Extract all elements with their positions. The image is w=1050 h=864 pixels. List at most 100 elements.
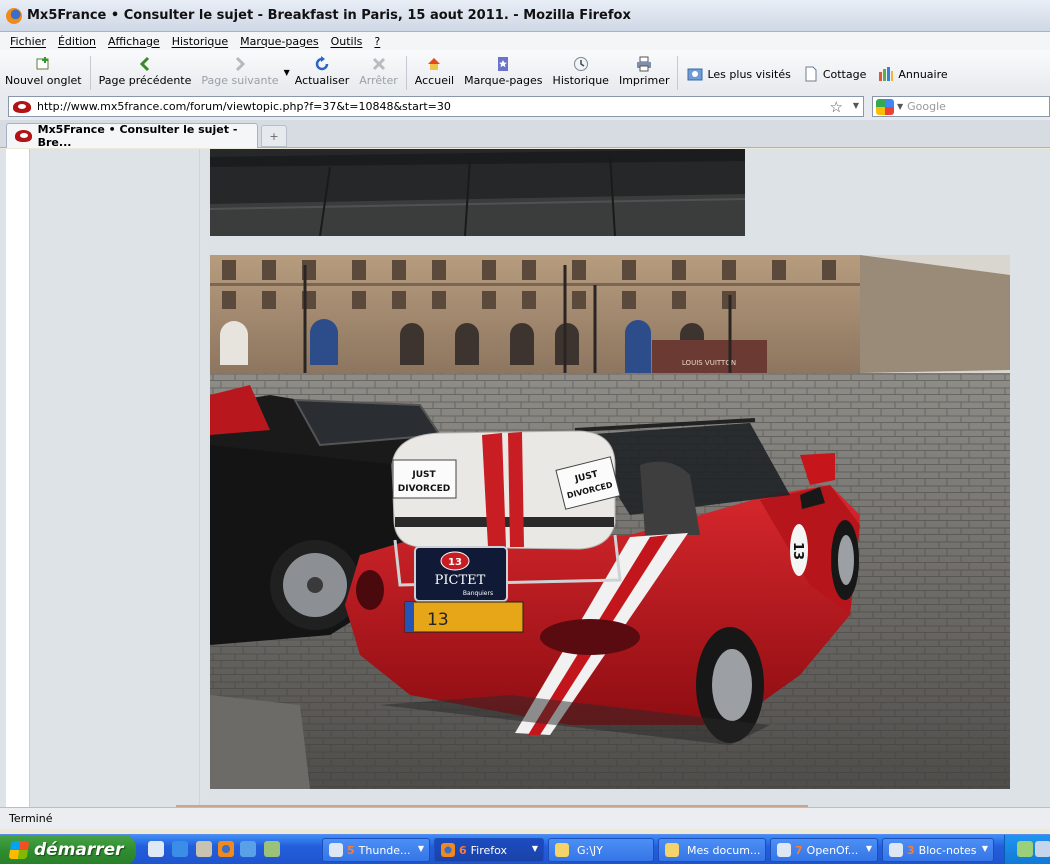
- back-button[interactable]: Page précédente: [94, 56, 197, 87]
- quicklaunch-ie-icon[interactable]: [172, 841, 188, 857]
- address-bar[interactable]: http://www.mx5france.com/forum/viewtopic…: [8, 96, 864, 117]
- rally-plate-subtext: Banquiers: [463, 590, 493, 597]
- history-button[interactable]: Historique: [548, 56, 614, 87]
- rally-plate-number: 13: [448, 557, 462, 568]
- bookmark-most-visited[interactable]: Les plus visités: [687, 66, 791, 82]
- title-bar: Mx5France • Consulter le sujet - Breakfa…: [0, 0, 1050, 32]
- menu-historique[interactable]: Historique: [172, 35, 228, 48]
- status-text: Terminé: [9, 812, 53, 825]
- quicklaunch-app-icon[interactable]: [196, 841, 212, 857]
- toolbar-separator: [677, 56, 679, 90]
- plus-icon: +: [269, 129, 279, 143]
- task-group-arrow-icon: ▼: [531, 844, 538, 853]
- stop-icon: [371, 56, 387, 72]
- home-label: Accueil: [414, 74, 455, 87]
- new-tab-label: Nouvel onglet: [5, 74, 82, 87]
- forward-label: Page suivante: [201, 74, 279, 87]
- menu-edition[interactable]: Édition: [58, 35, 96, 48]
- home-button[interactable]: Accueil: [410, 56, 459, 87]
- page-content[interactable]: LOUIS VUITTON JUST DIVORCED JUST DIVORCE…: [0, 149, 1050, 807]
- folder-icon: [555, 843, 569, 857]
- window-title: Mx5France • Consulter le sujet - Breakfa…: [27, 8, 631, 23]
- search-placeholder[interactable]: Google: [907, 100, 946, 113]
- notepad-icon: [889, 843, 903, 857]
- tab-label: Mx5France • Consulter le sujet - Bre...: [37, 123, 238, 149]
- tray-network-icon[interactable]: [1017, 841, 1033, 857]
- task-label: Thunde...: [358, 843, 411, 857]
- clock-icon: [573, 56, 589, 72]
- page-left-margin: [6, 149, 30, 807]
- quicklaunch-firefox-icon[interactable]: [218, 841, 234, 857]
- store-sign-text: LOUIS VUITTON: [682, 359, 736, 367]
- post-author-column: [30, 149, 200, 807]
- task-count: 5: [347, 843, 355, 857]
- start-button[interactable]: démarrer: [0, 835, 136, 864]
- folder-search-icon: [687, 66, 703, 82]
- stop-label: Arrêter: [359, 74, 398, 87]
- system-tray: [1004, 835, 1050, 864]
- url-dropdown-icon[interactable]: ▼: [853, 101, 859, 110]
- race-number-text: 13: [790, 542, 805, 560]
- stop-button[interactable]: Arrêter: [354, 56, 403, 87]
- page-icon: [803, 66, 819, 82]
- sign-left-line2: DIVORCED: [398, 484, 450, 494]
- task-count: 6: [459, 843, 467, 857]
- forward-button[interactable]: Page suivante: [196, 56, 283, 87]
- task-count: 3: [907, 843, 915, 857]
- print-label: Imprimer: [618, 74, 670, 87]
- search-box[interactable]: ▼ Google: [872, 96, 1050, 117]
- new-tab-button[interactable]: Nouvel onglet: [0, 56, 87, 87]
- bookmark-cottage[interactable]: Cottage: [803, 66, 867, 82]
- task-thunderbird[interactable]: 5 Thunde... ▼: [322, 838, 430, 862]
- task-group-arrow-icon: ▼: [981, 844, 988, 853]
- bookmarks-icon: [495, 56, 511, 72]
- post-body: LOUIS VUITTON JUST DIVORCED JUST DIVORCE…: [201, 149, 1050, 807]
- printer-icon: [636, 56, 652, 72]
- address-url[interactable]: http://www.mx5france.com/forum/viewtopic…: [37, 100, 451, 113]
- bookmark-star-icon[interactable]: ☆: [830, 98, 843, 116]
- bookmark-most-visited-label: Les plus visités: [707, 67, 791, 81]
- thunderbird-icon: [329, 843, 343, 857]
- reload-button[interactable]: Actualiser: [290, 56, 355, 87]
- quicklaunch-desktop-icon[interactable]: [148, 841, 164, 857]
- bookmark-cottage-label: Cottage: [822, 67, 867, 81]
- menu-outils[interactable]: Outils: [331, 35, 363, 48]
- task-label: Firefox: [470, 843, 508, 857]
- toolbar-separator: [405, 56, 407, 90]
- back-arrow-icon: [137, 56, 153, 72]
- site-favicon-icon: [13, 100, 31, 113]
- windows-taskbar: démarrer 5 Thunde... ▼ 6 Firefox ▼ G:\JY…: [0, 834, 1050, 864]
- tab-mx5france[interactable]: Mx5France • Consulter le sujet - Bre...: [6, 123, 258, 149]
- task-explorer-jy[interactable]: G:\JY: [548, 838, 654, 862]
- tray-app-icon[interactable]: [1035, 841, 1050, 857]
- back-label: Page précédente: [98, 74, 192, 87]
- post-photo-car[interactable]: LOUIS VUITTON JUST DIVORCED JUST DIVORCE…: [210, 255, 1010, 789]
- new-tab-plus-button[interactable]: +: [261, 125, 287, 147]
- reload-label: Actualiser: [294, 74, 350, 87]
- task-openoffice[interactable]: 7 OpenOf... ▼: [770, 838, 878, 862]
- quicklaunch-tool-icon[interactable]: [264, 841, 280, 857]
- print-button[interactable]: Imprimer: [614, 56, 675, 87]
- menu-fichier[interactable]: Fichier: [10, 35, 46, 48]
- post-photo-top: [210, 149, 745, 236]
- forward-arrow-icon: [232, 56, 248, 72]
- firefox-logo-icon: [6, 7, 22, 24]
- menu-affichage[interactable]: Affichage: [108, 35, 160, 48]
- bookmark-annuaire[interactable]: Annuaire: [878, 66, 948, 82]
- navigation-toolbar: Nouvel onglet Page précédente Page suiva…: [0, 50, 1050, 94]
- task-bloc-notes[interactable]: 3 Bloc-notes ▼: [882, 838, 994, 862]
- menu-help[interactable]: ?: [374, 35, 380, 48]
- task-label: G:\JY: [577, 843, 603, 857]
- history-label: Historique: [552, 74, 609, 87]
- quicklaunch-media-icon[interactable]: [240, 841, 256, 857]
- bookmarks-label: Marque-pages: [464, 74, 543, 87]
- task-mes-documents[interactable]: Mes docum...: [658, 838, 766, 862]
- bookmarks-button[interactable]: Marque-pages: [459, 56, 547, 87]
- search-engine-dropdown-icon[interactable]: ▼: [897, 102, 903, 111]
- menu-marque-pages[interactable]: Marque-pages: [240, 35, 318, 48]
- task-firefox[interactable]: 6 Firefox ▼: [434, 838, 544, 862]
- rally-plate-text: PICTET: [435, 573, 486, 588]
- home-icon: [426, 56, 442, 72]
- google-search-icon[interactable]: [876, 98, 894, 115]
- start-label: démarrer: [34, 840, 124, 860]
